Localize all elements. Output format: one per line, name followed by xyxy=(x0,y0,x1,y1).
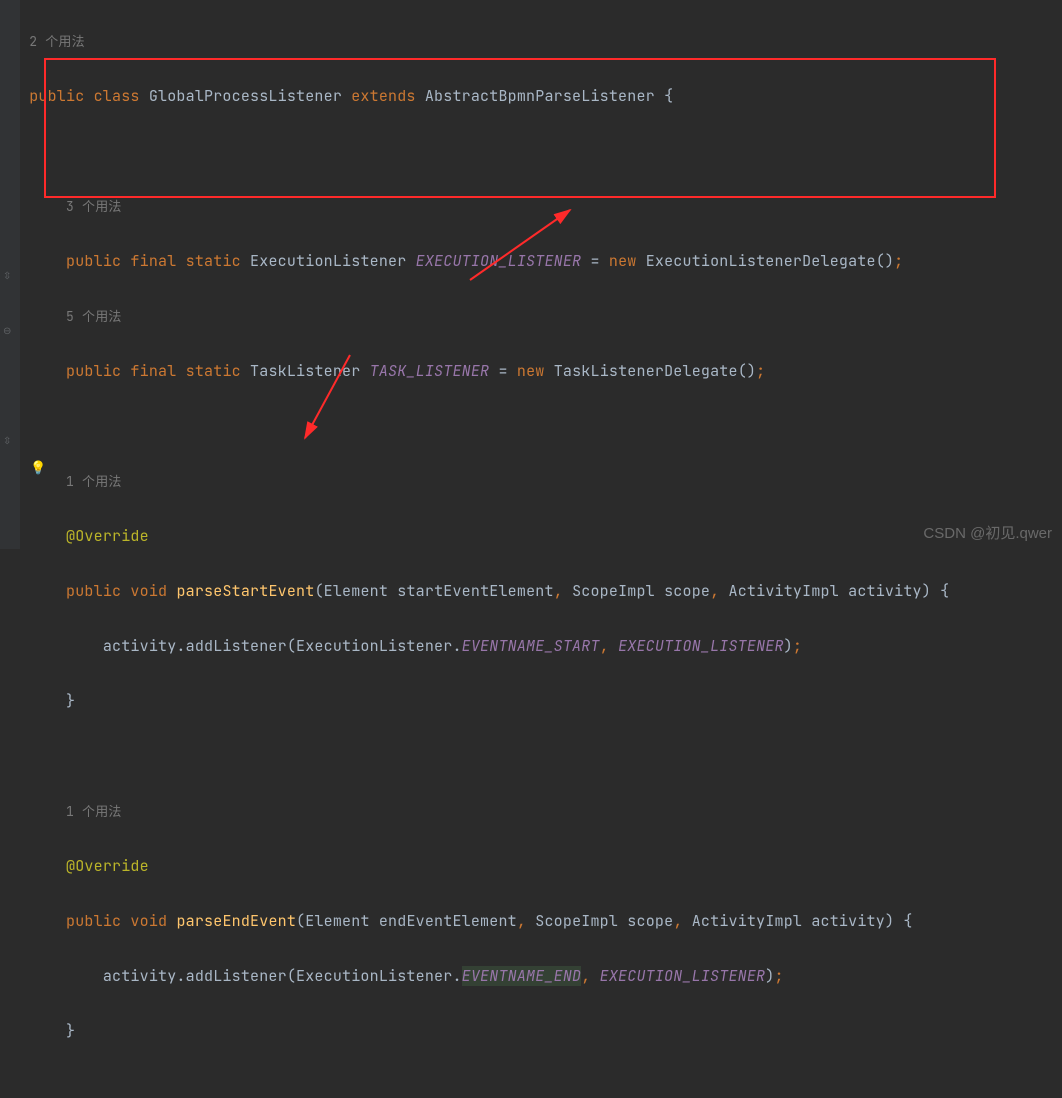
blank-line xyxy=(20,1073,1062,1098)
close-gutter-icon[interactable]: ⊖ xyxy=(3,324,15,336)
code-line: public final static ExecutionListener EX… xyxy=(20,248,1062,276)
usage-hint[interactable]: 2 个用法 xyxy=(20,28,1062,56)
code-line: public void parseStartEvent(Element star… xyxy=(20,578,1062,606)
code-line: } xyxy=(20,1018,1062,1046)
override-gutter-icon[interactable]: ⇳ xyxy=(3,434,15,446)
code-line: @Override xyxy=(20,523,1062,551)
blank-line xyxy=(20,138,1062,166)
code-line: public void parseEndEvent(Element endEve… xyxy=(20,908,1062,936)
code-line: } xyxy=(20,688,1062,716)
override-gutter-icon[interactable]: ⇳ xyxy=(3,269,15,281)
usage-hint[interactable]: 1 个用法 xyxy=(20,468,1062,496)
code-line: activity.addListener(ExecutionListener.E… xyxy=(20,633,1062,661)
code-line: activity.addListener(ExecutionListener.E… xyxy=(20,963,1062,991)
blank-line xyxy=(20,743,1062,771)
gutter: ⇳ ⊖ ⇳ xyxy=(0,0,20,549)
usage-hint[interactable]: 1 个用法 xyxy=(20,798,1062,826)
code-editor[interactable]: 2 个用法 public class GlobalProcessListener… xyxy=(0,0,1062,1098)
usage-hint[interactable]: 3 个用法 xyxy=(20,193,1062,221)
code-line: @Override xyxy=(20,853,1062,881)
usage-hint[interactable]: 5 个用法 xyxy=(20,303,1062,331)
watermark: CSDN @初见.qwer xyxy=(923,522,1052,543)
code-line: public class GlobalProcessListener exten… xyxy=(20,83,1062,111)
blank-line xyxy=(20,413,1062,441)
code-line: public final static TaskListener TASK_LI… xyxy=(20,358,1062,386)
intention-bulb-icon[interactable]: 💡 xyxy=(30,459,42,471)
